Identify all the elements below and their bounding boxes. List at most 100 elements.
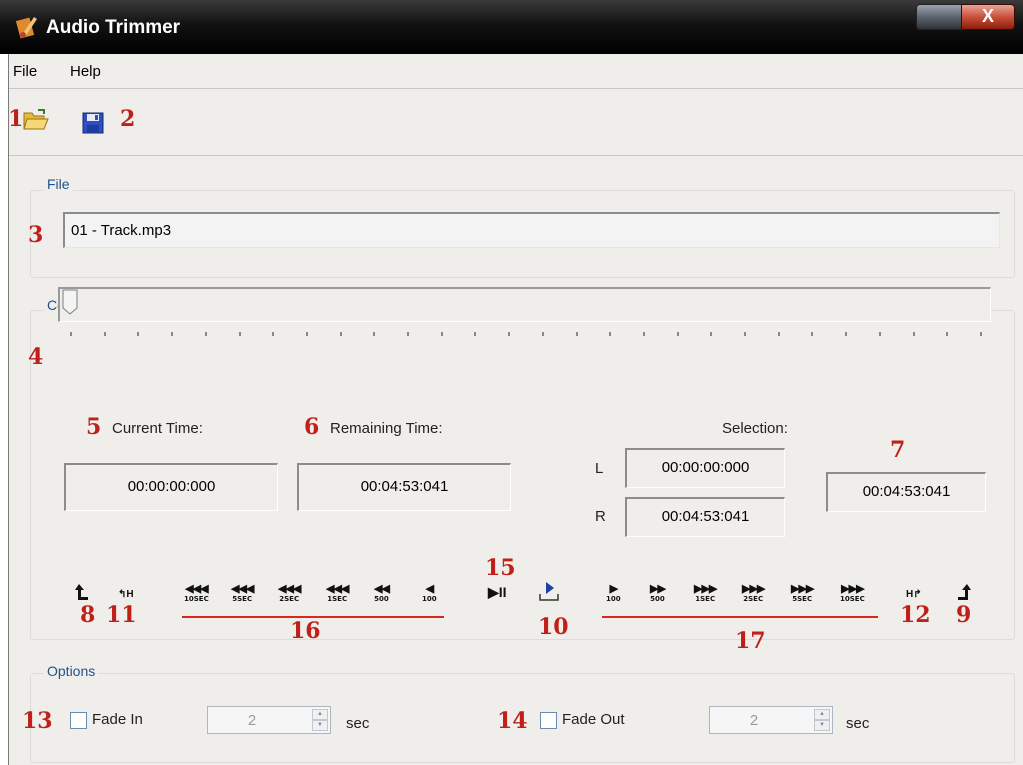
- rewind-button[interactable]: ◀◀◀ 10SEC: [184, 584, 209, 604]
- forward-arrows-icon: ▶: [609, 583, 618, 595]
- rewind-caption: 500: [374, 595, 389, 603]
- fade-in-unit: sec: [346, 715, 370, 732]
- forward-caption: 2SEC: [743, 595, 764, 603]
- callout-6: 6: [304, 414, 320, 440]
- forward-caption: 1SEC: [695, 595, 716, 603]
- callout-15: 15: [485, 555, 516, 581]
- callout-4: 4: [28, 344, 44, 370]
- file-path-field[interactable]: 01 - Track.mp3: [63, 212, 1000, 248]
- forward-underline: [602, 616, 878, 618]
- rewind-button[interactable]: ◀ 100: [422, 584, 437, 604]
- slider-tick: [845, 332, 848, 336]
- slider-tick: [508, 332, 511, 336]
- fade-out-checkbox[interactable]: [540, 712, 557, 729]
- current-time-label: Current Time:: [112, 420, 203, 437]
- selection-right-display: 00:04:53:041: [625, 497, 785, 537]
- rewind-caption: 2SEC: [279, 595, 300, 603]
- play-pause-button[interactable]: ▶II: [488, 584, 507, 601]
- app-icon: [16, 17, 37, 39]
- floppy-save-icon[interactable]: [82, 112, 104, 134]
- slider-tick: [878, 332, 881, 336]
- callout-10: 10: [538, 614, 569, 640]
- selection-left-label: L: [595, 460, 604, 477]
- play-selection-icon[interactable]: [538, 580, 560, 604]
- slider-tick: [103, 332, 106, 336]
- go-to-end-marker-button[interactable]: H↱: [906, 584, 922, 600]
- go-to-start-marker-button[interactable]: ↰H: [118, 584, 134, 600]
- menu-file[interactable]: File: [13, 63, 37, 80]
- file-group-label: File: [44, 176, 73, 192]
- remaining-time-label: Remaining Time:: [330, 420, 443, 437]
- close-button[interactable]: X: [961, 4, 1015, 30]
- slider-tick: [811, 332, 814, 336]
- slider-tick: [642, 332, 645, 336]
- go-to-end-marker-icon: H↱: [906, 589, 922, 600]
- callout-11: 11: [106, 602, 137, 628]
- rewind-button[interactable]: ◀◀ 500: [374, 583, 390, 604]
- slider-tick: [440, 332, 443, 336]
- fade-in-checkbox[interactable]: [70, 712, 87, 729]
- menu-help[interactable]: Help: [70, 63, 101, 80]
- selection-length-display: 00:04:53:041: [826, 472, 986, 512]
- slider-tick: [474, 332, 477, 336]
- forward-button[interactable]: ▶▶▶ 1SEC: [694, 583, 717, 604]
- slider-tick: [744, 332, 747, 336]
- forward-arrows-icon: ▶▶▶: [791, 583, 814, 595]
- rewind-caption: 10SEC: [184, 595, 209, 603]
- spinner-down-icon[interactable]: ▼: [814, 720, 830, 731]
- spinner-down-icon[interactable]: ▼: [312, 720, 328, 731]
- forward-button[interactable]: ▶▶ 500: [650, 584, 666, 604]
- rewind-arrows-icon: ◀◀◀: [326, 583, 349, 595]
- slider-tick: [339, 332, 342, 336]
- slider-tick: [980, 332, 982, 336]
- slider-tick: [777, 332, 780, 336]
- toolbar: [9, 88, 1023, 156]
- forward-button[interactable]: ▶▶▶ 2SEC: [742, 584, 765, 604]
- start-marker-glyph: H: [126, 589, 134, 600]
- forward-button[interactable]: ▶▶▶ 10SEC: [840, 584, 865, 604]
- slider-tick: [373, 332, 376, 336]
- rewind-caption: 1SEC: [327, 595, 348, 603]
- slider-tick: [137, 332, 140, 336]
- window-title: Audio Trimmer: [46, 17, 181, 38]
- position-slider-track[interactable]: [58, 287, 991, 322]
- slider-tick: [171, 332, 174, 336]
- callout-9: 9: [956, 602, 972, 628]
- callout-3: 3: [28, 222, 44, 248]
- forward-button[interactable]: ▶ 100: [606, 584, 621, 604]
- fade-out-value: 2: [749, 712, 759, 729]
- current-time-display: 00:00:00:000: [64, 463, 278, 511]
- go-to-start-icon[interactable]: [74, 582, 90, 602]
- callout-5: 5: [86, 414, 102, 440]
- rewind-button[interactable]: ◀◀◀ 1SEC: [326, 583, 349, 604]
- callout-2: 2: [120, 106, 136, 132]
- minimize-button[interactable]: [916, 4, 962, 30]
- forward-button[interactable]: ▶▶▶ 5SEC: [791, 583, 814, 604]
- spinner-up-icon[interactable]: ▲: [814, 709, 830, 720]
- title-bar[interactable]: Audio Trimmer X: [0, 0, 1023, 54]
- rewind-button[interactable]: ◀◀◀ 2SEC: [278, 583, 301, 604]
- callout-8: 8: [80, 602, 96, 628]
- go-to-end-icon[interactable]: [956, 582, 972, 602]
- fade-out-unit: sec: [846, 715, 870, 732]
- rewind-arrows-icon: ◀◀: [374, 583, 390, 595]
- forward-caption: 10SEC: [840, 595, 865, 603]
- rewind-arrows-icon: ◀: [425, 583, 434, 595]
- forward-caption: 500: [650, 595, 665, 603]
- fade-in-spinner[interactable]: 2 ▲ ▼: [207, 706, 331, 734]
- slider-tick: [710, 332, 713, 336]
- position-slider-thumb[interactable]: [62, 289, 78, 315]
- rewind-arrows-icon: ◀◀◀: [278, 583, 301, 595]
- fade-out-spinner-buttons: ▲ ▼: [814, 709, 830, 731]
- selection-right-label: R: [595, 508, 606, 525]
- fade-out-spinner[interactable]: 2 ▲ ▼: [709, 706, 833, 734]
- forward-arrows-icon: ▶▶▶: [841, 583, 864, 595]
- rewind-button[interactable]: ◀◀◀ 5SEC: [231, 584, 254, 604]
- callout-13: 13: [22, 708, 53, 734]
- menu-bar: File Help: [9, 54, 1023, 88]
- spinner-up-icon[interactable]: ▲: [312, 709, 328, 720]
- slider-tick: [204, 332, 207, 336]
- forward-arrows-icon: ▶▶▶: [694, 583, 717, 595]
- folder-open-icon[interactable]: [22, 108, 50, 132]
- fade-out-label: Fade Out: [562, 711, 625, 728]
